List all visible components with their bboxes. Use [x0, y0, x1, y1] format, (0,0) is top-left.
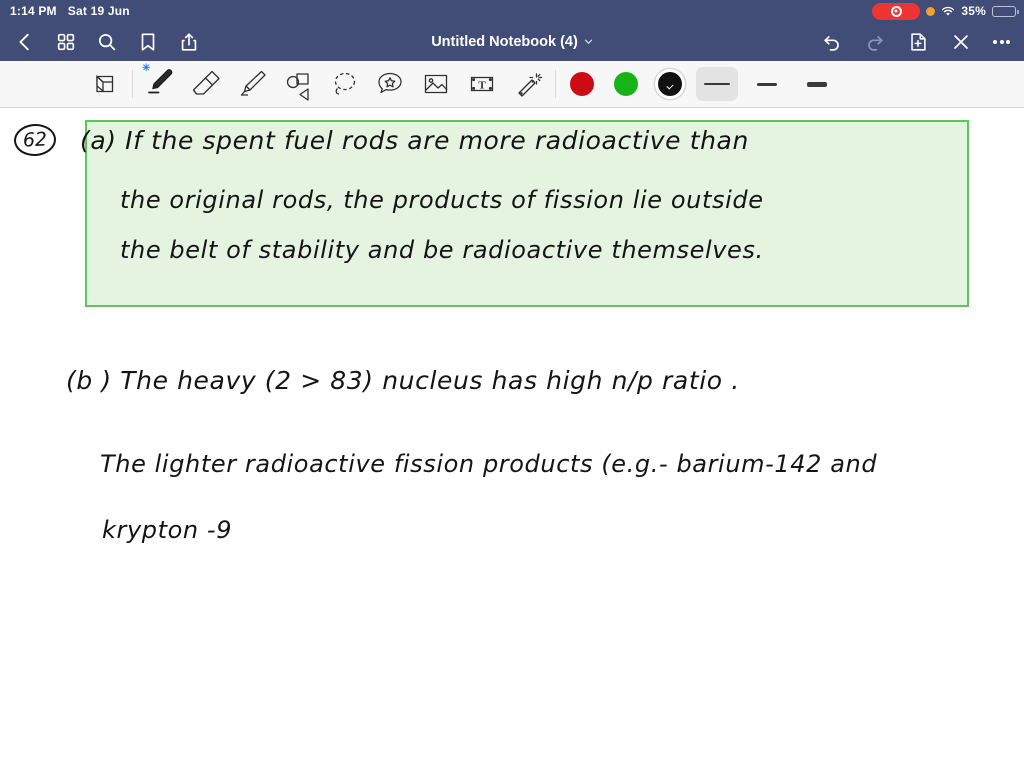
- highlighter-tool[interactable]: [229, 62, 275, 106]
- shapes-tool[interactable]: [275, 62, 321, 106]
- battery-icon: [992, 5, 1019, 17]
- share-icon[interactable]: [178, 31, 200, 53]
- status-bar: 1:14 PM Sat 19 Jun 35%: [0, 0, 1024, 22]
- status-bar-left: 1:14 PM Sat 19 Jun: [10, 4, 130, 18]
- sticker-tool[interactable]: [367, 62, 413, 106]
- stroke-width-thin[interactable]: [696, 67, 738, 101]
- status-time: 1:14 PM: [10, 4, 57, 18]
- search-icon[interactable]: [96, 31, 118, 53]
- microphone-privacy-indicator-icon: [926, 6, 936, 16]
- stroke-width-medium[interactable]: [746, 67, 788, 101]
- wifi-icon: [941, 6, 955, 17]
- magic-wand-tool[interactable]: [505, 62, 551, 106]
- tool-bar: ✳ T: [0, 61, 1024, 108]
- toolbar-divider-colors: [555, 70, 556, 98]
- toolbar-divider: [132, 70, 133, 98]
- screen-recording-icon[interactable]: [872, 2, 921, 20]
- highlight-box: [85, 120, 969, 307]
- navigation-bar: Untitled Notebook (4): [0, 22, 1024, 61]
- nav-left-group: [14, 31, 200, 53]
- redo-icon[interactable]: [864, 31, 886, 53]
- handwriting-line-b3: krypton -9: [102, 516, 233, 544]
- back-icon[interactable]: [14, 31, 36, 53]
- status-bar-right: 35%: [872, 2, 1019, 20]
- black-swatch[interactable]: [658, 72, 682, 96]
- chevron-down-icon[interactable]: [584, 37, 593, 46]
- battery-percent-label: 35%: [961, 4, 986, 18]
- new-page-icon[interactable]: [907, 31, 929, 53]
- green-swatch[interactable]: [614, 72, 638, 96]
- question-number-badge: 62: [13, 122, 57, 158]
- handwriting-line-b2: The lighter radioactive fission products…: [100, 450, 878, 478]
- page-thumbnails-icon[interactable]: [55, 31, 77, 53]
- eraser-tool[interactable]: [183, 62, 229, 106]
- red-swatch[interactable]: [570, 72, 594, 96]
- handwriting-line-b1: (b ) The heavy (2 > 83) nucleus has high…: [66, 366, 740, 395]
- page-flip-tool[interactable]: [82, 62, 128, 106]
- image-tool[interactable]: [413, 62, 459, 106]
- pen-tool[interactable]: ✳: [137, 60, 183, 104]
- lasso-select-tool[interactable]: [321, 62, 367, 106]
- nav-right-group: [821, 31, 1010, 53]
- undo-icon[interactable]: [821, 31, 843, 53]
- more-options-icon[interactable]: [993, 39, 1010, 44]
- notebook-title-label[interactable]: Untitled Notebook (4): [431, 34, 578, 50]
- stroke-width-thick[interactable]: [796, 67, 838, 101]
- svg-text:T: T: [478, 79, 486, 91]
- status-date: Sat 19 Jun: [67, 4, 130, 18]
- record-dot-icon: [890, 5, 902, 17]
- bookmark-icon[interactable]: [137, 31, 159, 53]
- text-tool[interactable]: T: [459, 62, 505, 106]
- bluetooth-icon: ✳: [142, 63, 151, 74]
- close-icon[interactable]: [950, 31, 972, 53]
- note-canvas[interactable]: 62 (a) If the spent fuel rods are more r…: [0, 108, 1024, 768]
